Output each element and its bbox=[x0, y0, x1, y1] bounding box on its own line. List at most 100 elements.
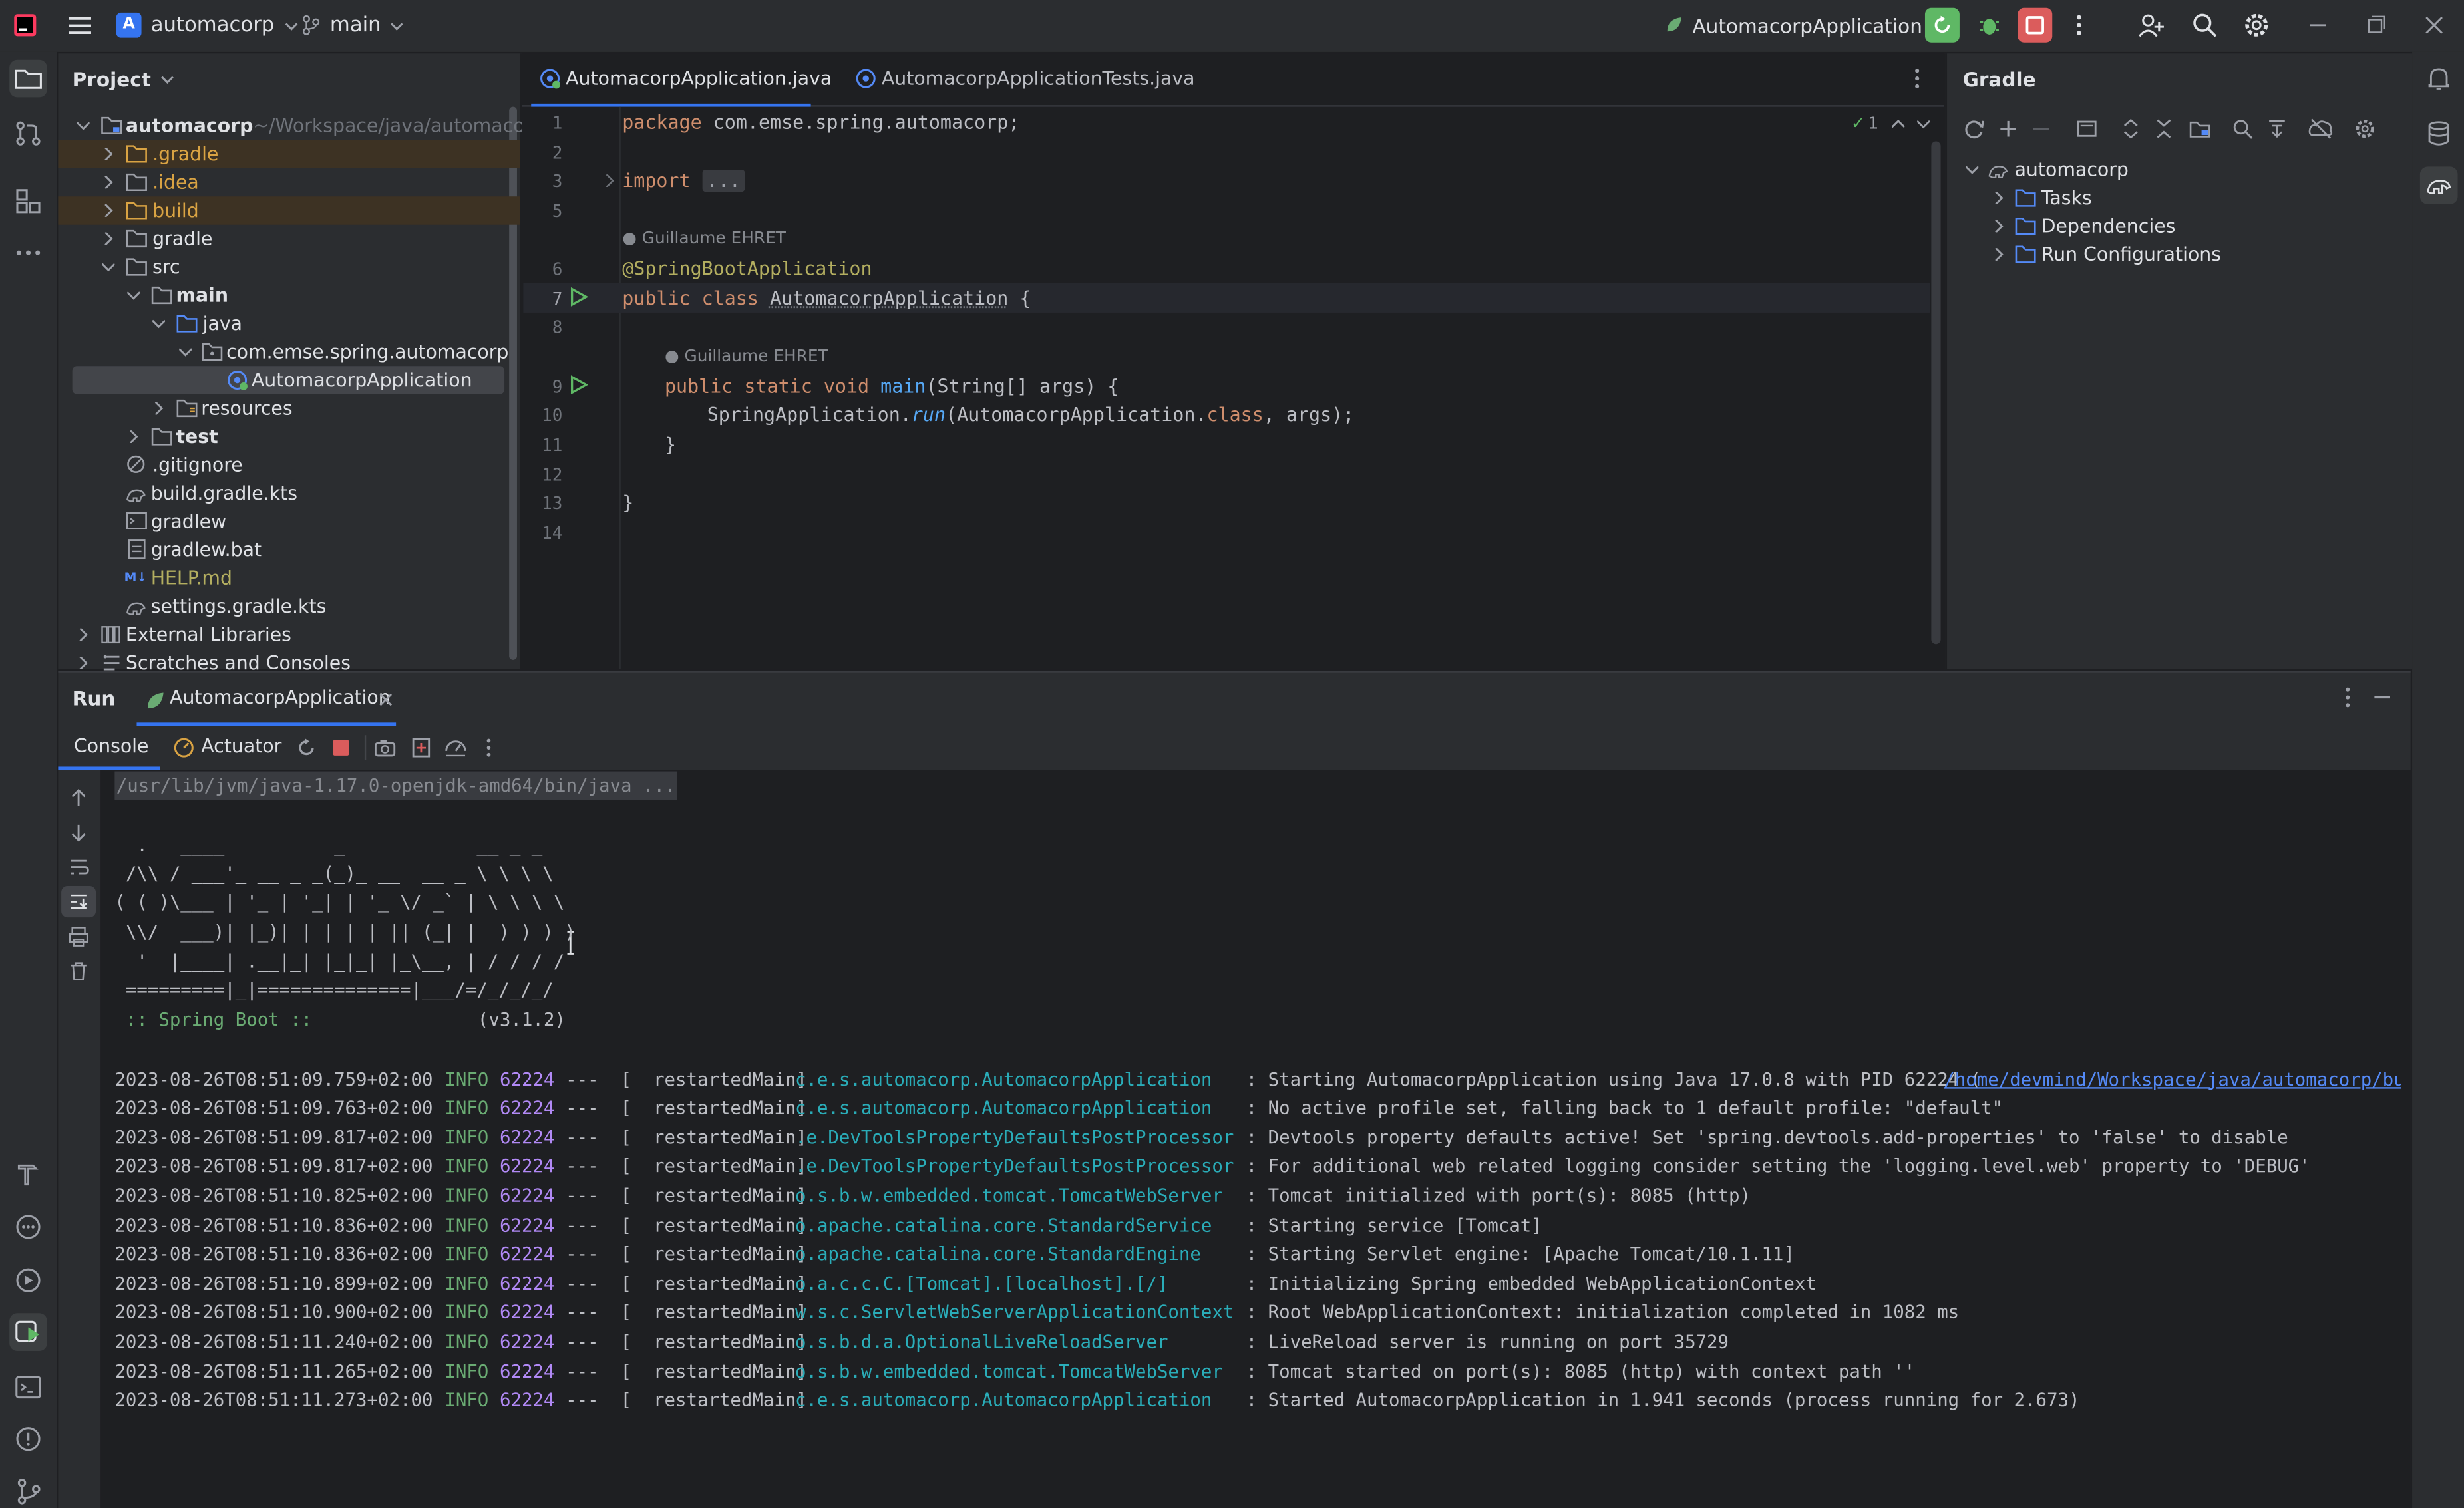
expand-all-icon[interactable] bbox=[2120, 118, 2142, 140]
console-scrollbar[interactable] bbox=[2399, 778, 2407, 1469]
tree-item-test[interactable]: test bbox=[58, 422, 520, 451]
tree-item-external-libraries[interactable]: External Libraries bbox=[58, 621, 520, 649]
tree-item-gradle-dir[interactable]: .gradle bbox=[58, 140, 520, 168]
minimize-panel-icon[interactable] bbox=[2373, 685, 2391, 710]
fold-import-icon[interactable] bbox=[604, 174, 616, 188]
tree-item-gradlew-bat[interactable]: gradlew.bat bbox=[58, 535, 520, 564]
chevron-down-icon[interactable] bbox=[1916, 118, 1929, 130]
tree-item-root[interactable]: automacorp ~/Workspace/java/automacorp bbox=[58, 112, 544, 140]
gradle-tool-button[interactable] bbox=[2419, 166, 2458, 205]
restore-window-icon[interactable] bbox=[2365, 13, 2387, 38]
actuator-subtab[interactable]: Actuator bbox=[173, 726, 283, 766]
add-user-icon[interactable] bbox=[2137, 11, 2166, 40]
log-logger[interactable]: o.apache.catalina.core.StandardService bbox=[795, 1211, 1234, 1239]
close-icon[interactable] bbox=[379, 692, 393, 706]
code-author-hint[interactable]: ● Guillaume EHRET bbox=[622, 229, 786, 248]
log-logger[interactable]: w.s.c.ServletWebServerApplicationContext bbox=[795, 1298, 1234, 1326]
problems-tool-button[interactable] bbox=[9, 1420, 47, 1458]
profiler-icon[interactable] bbox=[444, 737, 466, 759]
more-tools-button[interactable] bbox=[9, 234, 47, 272]
collapse-all-icon[interactable] bbox=[2153, 118, 2175, 140]
editor-scrollbar[interactable] bbox=[1931, 141, 1941, 645]
gutter-run-class-icon[interactable] bbox=[569, 287, 588, 307]
tree-item-build[interactable]: build bbox=[58, 196, 520, 225]
tree-item-idea[interactable]: .idea bbox=[58, 168, 520, 197]
add-icon[interactable] bbox=[1998, 118, 2020, 140]
console-command-line[interactable]: /usr/lib/jvm/java-1.17.0-openjdk-amd64/b… bbox=[114, 771, 677, 800]
settings-gear-icon[interactable] bbox=[2354, 118, 2376, 140]
arrow-down-icon[interactable] bbox=[68, 822, 90, 843]
trash-icon[interactable] bbox=[68, 960, 90, 982]
log-logger[interactable]: c.e.s.automacorp.AutomacorpApplication bbox=[795, 1064, 1234, 1093]
gutter-run-main-icon[interactable] bbox=[569, 375, 588, 394]
tree-item-help-md[interactable]: M↓ HELP.md bbox=[58, 564, 520, 593]
gradle-tree-run-configurations[interactable]: Run Configurations bbox=[1947, 240, 2412, 269]
tree-item-gradlew[interactable]: gradlew bbox=[58, 508, 520, 536]
tree-item-package[interactable]: com.emse.spring.automacorp bbox=[58, 338, 520, 367]
editor-tab-tests[interactable]: AutomacorpApplicationTests.java bbox=[848, 53, 1195, 104]
project-tool-button[interactable] bbox=[9, 59, 47, 98]
log-logger[interactable]: o.a.c.c.C.[Tomcat].[localhost].[/] bbox=[795, 1269, 1234, 1297]
tree-item-settings-gradle[interactable]: settings.gradle.kts bbox=[58, 592, 520, 621]
tree-item-gitignore[interactable]: .gitignore bbox=[58, 451, 520, 480]
arrow-up-icon[interactable] bbox=[68, 787, 90, 809]
log-logger[interactable]: o.apache.catalina.core.StandardEngine bbox=[795, 1240, 1234, 1269]
log-logger[interactable]: o.s.b.d.a.OptionalLiveReloadServer bbox=[795, 1327, 1234, 1356]
run-config-selector[interactable]: AutomacorpApplication bbox=[1663, 9, 1946, 41]
analyze-dependencies-icon[interactable] bbox=[2231, 118, 2253, 140]
debug-button[interactable] bbox=[1976, 11, 2004, 40]
main-menu-icon[interactable] bbox=[66, 13, 94, 38]
endpoints-tool-button[interactable] bbox=[9, 1208, 47, 1246]
tree-item-resources[interactable]: resources bbox=[58, 394, 520, 423]
project-folder-icon[interactable] bbox=[2189, 118, 2211, 140]
terminal-tool-button[interactable] bbox=[9, 1368, 47, 1406]
minimize-window-icon[interactable] bbox=[2307, 13, 2329, 38]
stop-icon[interactable] bbox=[331, 738, 350, 757]
tree-item-src[interactable]: src bbox=[58, 253, 520, 281]
git-tool-button[interactable] bbox=[9, 1472, 47, 1508]
branch-selector[interactable]: main bbox=[300, 9, 405, 41]
stop-button[interactable] bbox=[2018, 7, 2053, 43]
inspection-widget[interactable]: ✓ 1 bbox=[1851, 113, 1929, 135]
folded-imports[interactable]: ... bbox=[701, 170, 746, 192]
code-author-hint[interactable]: ● Guillaume EHRET bbox=[665, 347, 828, 366]
commit-tool-button[interactable] bbox=[9, 114, 47, 152]
editor-tabs-more-icon[interactable] bbox=[1909, 66, 1925, 91]
search-icon[interactable] bbox=[2191, 11, 2219, 40]
toggle-offline-icon[interactable] bbox=[2266, 118, 2288, 140]
execute-task-icon[interactable] bbox=[2076, 118, 2098, 140]
chevron-up-icon[interactable] bbox=[1891, 118, 1904, 130]
log-logger[interactable]: o.s.b.w.embedded.tomcat.TomcatWebServer bbox=[795, 1356, 1234, 1385]
log-logger[interactable]: o.s.b.w.embedded.tomcat.TomcatWebServer bbox=[795, 1181, 1234, 1210]
console-subtab[interactable]: Console bbox=[58, 726, 160, 770]
project-panel-header[interactable]: Project bbox=[73, 66, 175, 91]
remove-icon[interactable] bbox=[2030, 118, 2052, 140]
tree-item-java[interactable]: java bbox=[58, 309, 520, 338]
run-panel-more-icon[interactable] bbox=[2340, 685, 2356, 710]
notifications-button[interactable] bbox=[2420, 60, 2458, 98]
scroll-to-end-button[interactable] bbox=[61, 885, 96, 918]
gradle-tree-root[interactable]: automacorp bbox=[1947, 156, 2412, 184]
log-logger[interactable]: .e.DevToolsPropertyDefaultsPostProcessor bbox=[795, 1152, 1234, 1181]
editor-tab-application[interactable]: AutomacorpApplication.java bbox=[531, 53, 832, 107]
structure-tool-button[interactable] bbox=[9, 182, 47, 220]
more-actions-icon[interactable] bbox=[2071, 13, 2087, 38]
settings-gear-icon[interactable] bbox=[2242, 11, 2271, 40]
export-icon[interactable] bbox=[410, 737, 432, 759]
database-tool-button[interactable] bbox=[2420, 114, 2458, 152]
tree-item-application-class[interactable]: AutomacorpApplication bbox=[72, 366, 505, 394]
rerun-icon[interactable] bbox=[295, 737, 317, 759]
gradle-tree-tasks[interactable]: Tasks bbox=[1947, 184, 2412, 212]
more-actions-icon[interactable] bbox=[482, 737, 495, 759]
close-window-icon[interactable] bbox=[2423, 13, 2445, 38]
services-tool-button[interactable] bbox=[9, 1261, 47, 1299]
rerun-button[interactable] bbox=[1924, 7, 1960, 43]
run-tab[interactable]: AutomacorpApplication bbox=[136, 675, 397, 726]
camera-icon[interactable] bbox=[374, 737, 396, 759]
log-file-link[interactable]: /home/devmind/Workspace/java/automacorp/… bbox=[1944, 1064, 2401, 1093]
log-logger[interactable]: c.e.s.automacorp.AutomacorpApplication bbox=[795, 1094, 1234, 1122]
log-logger[interactable]: c.e.s.automacorp.AutomacorpApplication bbox=[795, 1386, 1234, 1414]
tree-item-build-gradle[interactable]: build.gradle.kts bbox=[58, 479, 520, 508]
run-tool-button[interactable] bbox=[9, 1313, 47, 1351]
refresh-icon[interactable] bbox=[1963, 118, 1985, 140]
